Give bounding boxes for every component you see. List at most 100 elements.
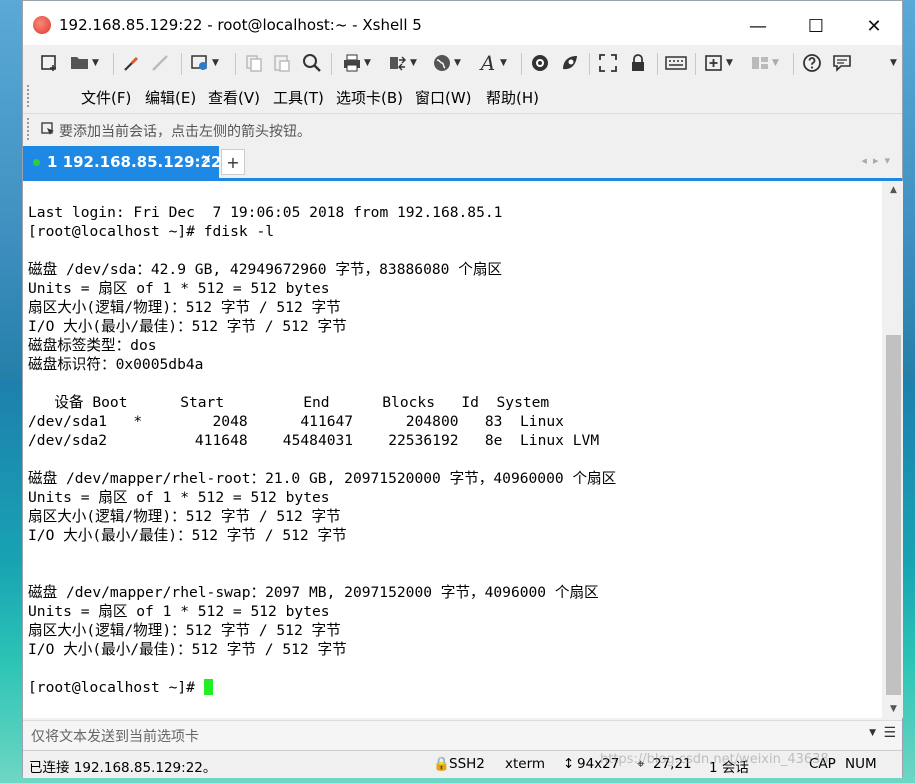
paste-icon	[271, 52, 293, 74]
menu-window[interactable]: 窗口(W)	[415, 87, 472, 108]
terminal-line: 设备 Boot Start End Blocks Id System	[28, 394, 550, 411]
find-button[interactable]	[301, 51, 323, 75]
keyboard-button[interactable]	[665, 51, 687, 75]
disconnect-button[interactable]	[149, 51, 171, 75]
chevron-down-icon: ▼	[364, 58, 371, 68]
add-tab-button[interactable]: +	[221, 149, 245, 175]
font-button[interactable]: A ▼	[477, 51, 507, 75]
protocol-lock-icon: 🔒	[433, 756, 450, 772]
protocol-status: SSH2	[449, 756, 485, 772]
menu-edit[interactable]: 编辑(E)	[145, 87, 196, 108]
open-folder-icon	[69, 52, 91, 74]
copy-button[interactable]	[243, 51, 265, 75]
transfer-button[interactable]: ▼	[387, 51, 417, 75]
new-tab-icon	[703, 52, 725, 74]
open-session-button[interactable]: ▼	[69, 51, 99, 75]
terminal-scrollbar[interactable]: ▲ ▼	[884, 181, 903, 718]
size-icon: ↕	[563, 756, 575, 772]
print-icon	[341, 52, 363, 74]
xagent-button[interactable]	[559, 51, 581, 75]
chevron-down-icon: ▼	[726, 58, 733, 68]
tab-session-1[interactable]: 1 192.168.85.129:22 ×	[23, 146, 222, 178]
compose-bar[interactable]: 仅将文本发送到当前选项卡 ▼ ☰	[23, 720, 902, 749]
connect-button[interactable]	[121, 51, 143, 75]
layout-icon	[749, 52, 771, 74]
print-button[interactable]: ▼	[341, 51, 371, 75]
scroll-down-icon[interactable]: ▼	[884, 704, 903, 714]
xshell-app-icon	[33, 16, 51, 34]
layout-button[interactable]: ▼	[749, 51, 779, 75]
xftp-button[interactable]	[529, 51, 551, 75]
help-button[interactable]	[801, 51, 823, 75]
compose-menu-icon[interactable]: ☰	[883, 725, 896, 741]
lock-button[interactable]	[627, 51, 649, 75]
chevron-down-icon: ▼	[454, 58, 461, 68]
menu-tools[interactable]: 工具(T)	[273, 87, 324, 108]
toolbar-divider	[521, 53, 522, 75]
maximize-button[interactable]: ☐	[787, 1, 845, 51]
toolbar: ▼ ▼ ▼ ▼ ▼ A ▼ ▼ ▼ ▼	[23, 45, 902, 81]
menu-view[interactable]: 查看(V)	[208, 87, 260, 108]
scroll-up-icon[interactable]: ▲	[884, 185, 903, 195]
status-bar: 已连接 192.168.85.129:22。 🔒 SSH2 xterm ↕ 94…	[23, 750, 902, 778]
tab-label: 1 192.168.85.129:22	[47, 153, 222, 171]
terminal-line: [root@localhost ~]# fdisk -l	[28, 223, 275, 240]
toolbar-divider	[657, 53, 658, 75]
toolbar-overflow-button[interactable]: ▼	[889, 51, 897, 75]
terminal-line: 磁盘 /dev/mapper/rhel-swap：2097 MB, 209715…	[28, 584, 599, 601]
terminal-line: 磁盘标签类型：dos	[28, 337, 157, 354]
window-title: 192.168.85.129:22 - root@localhost:~ - X…	[59, 16, 422, 34]
terminal-line: 磁盘 /dev/sda：42.9 GB, 42949672960 字节，8388…	[28, 261, 503, 278]
terminal-line: 磁盘 /dev/mapper/rhel-root：21.0 GB, 209715…	[28, 470, 617, 487]
menu-help[interactable]: 帮助(H)	[486, 87, 539, 108]
toolbar-divider	[113, 53, 114, 75]
menu-file[interactable]: 文件(F)	[81, 87, 131, 108]
caps-lock-status: CAP	[809, 756, 836, 772]
add-session-arrow-icon[interactable]	[41, 122, 55, 136]
chevron-down-icon: ▼	[410, 58, 417, 68]
globe-button[interactable]: ▼	[431, 51, 461, 75]
terminal-line: I/O 大小(最小/最佳)：512 字节 / 512 字节	[28, 527, 347, 544]
terminal-line: /dev/sda1 * 2048 411647 204800 83 Linux	[28, 413, 564, 430]
fullscreen-button[interactable]	[597, 51, 619, 75]
terminal-line: 扇区大小(逻辑/物理)：512 字节 / 512 字节	[28, 508, 341, 525]
cursor-position-status: 27,21	[653, 756, 692, 772]
close-button[interactable]: ✕	[845, 1, 903, 51]
chevron-down-icon[interactable]: ▼	[869, 728, 876, 738]
new-session-button[interactable]	[39, 51, 61, 75]
tab-bar: 1 192.168.85.129:22 × + ◂▸▾	[23, 146, 902, 181]
menu-bar: 文件(F) 编辑(E) 查看(V) 工具(T) 选项卡(B) 窗口(W) 帮助(…	[23, 81, 902, 111]
compose-input[interactable]: 仅将文本发送到当前选项卡	[31, 726, 199, 746]
menu-grip[interactable]	[27, 85, 47, 107]
chat-icon	[831, 52, 853, 74]
terminal-type-status: xterm	[505, 756, 546, 772]
terminal-line: [root@localhost ~]#	[28, 678, 616, 697]
tab-nav-arrows[interactable]: ◂▸▾	[861, 154, 896, 167]
terminal-line: 扇区大小(逻辑/物理)：512 字节 / 512 字节	[28, 622, 341, 639]
terminal-line: /dev/sda2 411648 45484031 22536192 8e Li…	[28, 432, 600, 449]
connection-status: 已连接 192.168.85.129:22。	[29, 760, 217, 776]
tab-close-icon[interactable]: ×	[201, 152, 212, 167]
paste-button[interactable]	[271, 51, 293, 75]
properties-button[interactable]: ▼	[189, 51, 219, 75]
scrollbar-thumb[interactable]	[886, 335, 901, 695]
disconnect-icon	[149, 52, 171, 74]
terminal-output: Last login: Fri Dec 7 19:06:05 2018 from…	[28, 203, 616, 697]
copy-icon	[243, 52, 265, 74]
new-tab-button[interactable]: ▼	[703, 51, 733, 75]
session-hint-bar: 要添加当前会话，点击左侧的箭头按钮。	[23, 113, 902, 144]
find-icon	[301, 52, 323, 74]
toolbar-divider	[695, 53, 696, 75]
new-session-icon	[39, 52, 61, 74]
minimize-button[interactable]: —	[729, 1, 787, 51]
terminal-line: Units = 扇区 of 1 * 512 = 512 bytes	[28, 489, 330, 506]
terminal-line: Units = 扇区 of 1 * 512 = 512 bytes	[28, 603, 330, 620]
menu-tabs[interactable]: 选项卡(B)	[336, 87, 403, 108]
terminal-area[interactable]: Last login: Fri Dec 7 19:06:05 2018 from…	[23, 181, 882, 718]
chat-button[interactable]	[831, 51, 853, 75]
chevron-down-icon: ▼	[772, 58, 779, 68]
